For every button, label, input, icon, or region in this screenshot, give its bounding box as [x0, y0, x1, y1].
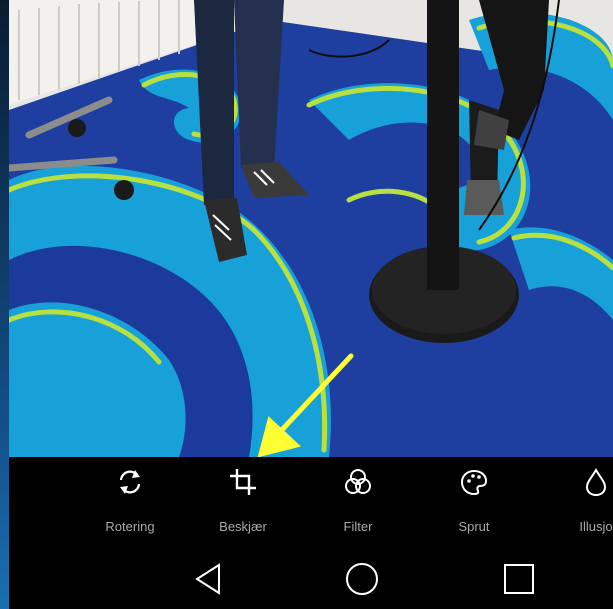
- system-navbar: [9, 552, 613, 609]
- filter-button[interactable]: Filter: [303, 467, 413, 534]
- rotate-label: Rotering: [105, 519, 155, 534]
- rotate-button[interactable]: Rotering: [75, 467, 185, 534]
- phone-screen: Rotering Beskjær Filter Sprut Illusjo: [9, 0, 613, 609]
- rotate-icon: [119, 470, 141, 494]
- recents-icon: [504, 564, 534, 594]
- filter-label: Filter: [343, 519, 373, 534]
- back-icon: [195, 563, 220, 595]
- droplet-icon: [585, 467, 607, 497]
- back-button[interactable]: [189, 559, 229, 599]
- recents-button[interactable]: [499, 559, 539, 599]
- splash-label: Sprut: [458, 519, 490, 534]
- crop-icon: [230, 469, 256, 495]
- crop-label: Beskjær: [219, 519, 267, 534]
- edit-toolbar: Rotering Beskjær Filter Sprut Illusjo: [9, 457, 613, 552]
- splash-button[interactable]: Sprut: [419, 467, 529, 534]
- filter-icon: [345, 469, 371, 494]
- background-strip: [0, 0, 9, 609]
- home-icon: [346, 563, 378, 595]
- photo-preview: [9, 0, 613, 457]
- crop-button[interactable]: Beskjær: [188, 467, 298, 534]
- home-button[interactable]: [342, 559, 382, 599]
- illusion-button[interactable]: Illusjo: [541, 467, 613, 534]
- illusion-label: Illusjo: [579, 519, 613, 534]
- palette-icon: [460, 469, 488, 496]
